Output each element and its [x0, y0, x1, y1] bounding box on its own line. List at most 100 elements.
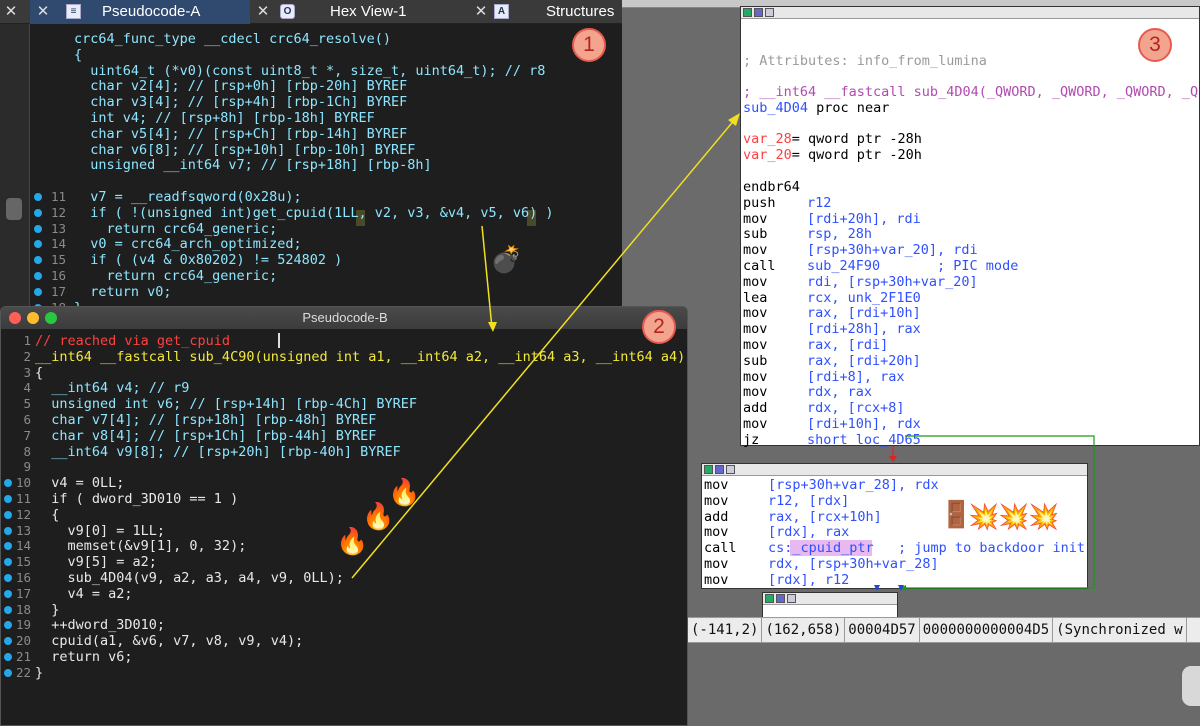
asm-operands[interactable]: rsp, 28h: [807, 226, 872, 242]
asm-mnemonic[interactable]: mov: [704, 572, 728, 588]
asm-mnemonic[interactable]: add: [704, 509, 728, 525]
code-line[interactable]: return crc64_generic;: [74, 221, 278, 237]
pseudocode-a-pane[interactable]: crc64_func_type __cdecl crc64_resolve(){…: [30, 24, 622, 308]
asm-mnemonic[interactable]: sub: [743, 353, 767, 369]
tab-structures[interactable]: ✕ A Structures: [470, 0, 622, 24]
graph-node-sub-4d04[interactable]: ; Attributes: info_from_lumina ; __int64…: [740, 6, 1200, 448]
breakpoint-dot-icon[interactable]: [4, 653, 12, 661]
code-line[interactable]: unsigned int v6; // [rsp+14h] [rbp-4Ch] …: [35, 396, 417, 412]
code-line[interactable]: // reached via get_cpuid: [35, 333, 230, 349]
asm-mnemonic[interactable]: add: [743, 400, 767, 416]
breakpoint-dot-icon[interactable]: [34, 225, 42, 233]
asm-operands[interactable]: rdx, [rsp+30h+var_28]: [768, 556, 939, 572]
breakpoint-dot-icon[interactable]: [4, 542, 12, 550]
asm-operands[interactable]: [rsp+30h+var_28], rdx: [768, 477, 939, 493]
zoom-button[interactable]: [45, 312, 57, 324]
code-line[interactable]: char v3[4]; // [rsp+4h] [rbp-1Ch] BYREF: [74, 94, 407, 110]
code-line[interactable]: if ( !(unsigned int)get_cpuid(1LL, v2, v…: [74, 205, 553, 221]
code-line[interactable]: v9[0] = 1LL;: [35, 523, 166, 539]
asm-mnemonic[interactable]: mov: [704, 556, 728, 572]
node-graph-icon[interactable]: [754, 8, 763, 17]
scrollbar-thumb[interactable]: [1182, 666, 1200, 706]
close-icon[interactable]: ✕: [34, 3, 52, 21]
breakpoint-dot-icon[interactable]: [34, 256, 42, 264]
asm-mnemonic[interactable]: mov: [743, 321, 767, 337]
code-line[interactable]: {: [35, 365, 43, 381]
asm-mnemonic[interactable]: mov: [743, 305, 767, 321]
code-line[interactable]: if ( dword_3D010 == 1 ): [35, 491, 238, 507]
close-icon[interactable]: ✕: [472, 3, 490, 21]
breakpoint-dot-icon[interactable]: [4, 606, 12, 614]
asm-mnemonic[interactable]: mov: [743, 384, 767, 400]
code-line[interactable]: __int64 v9[8]; // [rsp+20h] [rbp-40h] BY…: [35, 444, 401, 460]
code-line[interactable]: v0 = crc64_arch_optimized;: [74, 236, 301, 252]
close-icon[interactable]: ✕: [254, 3, 272, 21]
code-line[interactable]: char v7[4]; // [rsp+18h] [rbp-48h] BYREF: [35, 412, 376, 428]
asm-mnemonic[interactable]: mov: [743, 211, 767, 227]
breakpoint-dot-icon[interactable]: [34, 288, 42, 296]
breakpoint-dot-icon[interactable]: [4, 558, 12, 566]
code-line[interactable]: }: [35, 602, 59, 618]
node-color-icon[interactable]: [704, 465, 713, 474]
asm-operands[interactable]: [rdi+8], rax: [807, 369, 905, 385]
code-line[interactable]: sub_4D04(v9, a2, a3, a4, v9, 0LL);: [35, 570, 344, 586]
code-line[interactable]: v4 = 0LL;: [35, 475, 124, 491]
code-line[interactable]: char v2[4]; // [rsp+0h] [rbp-20h] BYREF: [74, 78, 407, 94]
code-line[interactable]: {: [74, 47, 82, 63]
code-line[interactable]: return v0;: [74, 284, 171, 300]
code-line[interactable]: crc64_func_type __cdecl crc64_resolve(): [74, 31, 391, 47]
asm-mnemonic[interactable]: mov: [743, 242, 767, 258]
code-line[interactable]: char v8[4]; // [rsp+1Ch] [rbp-44h] BYREF: [35, 428, 376, 444]
graph-node-loc-4d65[interactable]: [762, 592, 898, 620]
code-line[interactable]: unsigned __int64 v7; // [rsp+18h] [rbp-8…: [74, 157, 431, 173]
close-button[interactable]: [9, 312, 21, 324]
code-line[interactable]: cpuid(a1, &v6, v7, v8, v9, v4);: [35, 633, 303, 649]
asm-operands[interactable]: rdi, [rsp+30h+var_20]: [807, 274, 978, 290]
asm-operands[interactable]: cs:_cpuid_ptr ; jump to backdoor init: [768, 540, 1085, 556]
minimize-button[interactable]: [27, 312, 39, 324]
breakpoint-dot-icon[interactable]: [34, 272, 42, 280]
breakpoint-dot-icon[interactable]: [4, 511, 12, 519]
code-line[interactable]: char v6[8]; // [rsp+10h] [rbp-10h] BYREF: [74, 142, 415, 158]
breakpoint-dot-icon[interactable]: [34, 209, 42, 217]
code-line[interactable]: }: [35, 665, 43, 681]
asm-operands[interactable]: [rdx], rax: [768, 524, 849, 540]
asm-operands[interactable]: rax, [rdi+20h]: [807, 353, 921, 369]
window-titlebar[interactable]: Pseudocode-B: [1, 307, 687, 329]
code-line[interactable]: char v5[4]; // [rsp+Ch] [rbp-14h] BYREF: [74, 126, 407, 142]
code-line[interactable]: return v6;: [35, 649, 132, 665]
node-list-icon[interactable]: [765, 8, 774, 17]
code-line[interactable]: __int64 v4; // r9: [35, 380, 189, 396]
asm-mnemonic[interactable]: sub: [743, 226, 767, 242]
asm-mnemonic[interactable]: jz: [743, 432, 759, 448]
asm-operands[interactable]: [rdi+28h], rax: [807, 321, 921, 337]
asm-operands[interactable]: sub_24F90 ; PIC mode: [807, 258, 1018, 274]
breakpoint-dot-icon[interactable]: [4, 495, 12, 503]
close-icon[interactable]: ✕: [2, 3, 20, 21]
asm-operands[interactable]: short loc_4D65: [807, 432, 921, 448]
asm-operands[interactable]: rdx, [rcx+8]: [807, 400, 905, 416]
code-line[interactable]: ++dword_3D010;: [35, 617, 165, 633]
asm-operands[interactable]: [rdi+20h], rdi: [807, 211, 921, 227]
breakpoint-dot-icon[interactable]: [4, 527, 12, 535]
breakpoint-dot-icon[interactable]: [4, 590, 12, 598]
asm-mnemonic[interactable]: push: [743, 195, 776, 211]
asm-operands[interactable]: [rsp+30h+var_20], rdi: [807, 242, 978, 258]
asm-operands[interactable]: [rdi+10h], rdx: [807, 416, 921, 432]
breakpoint-dot-icon[interactable]: [4, 637, 12, 645]
breakpoint-dot-icon[interactable]: [4, 479, 12, 487]
pseudocode-b-window[interactable]: Pseudocode-B 1 // reached via get_cpuid 2 _…: [0, 306, 688, 726]
node-graph-icon[interactable]: [776, 594, 785, 603]
node-color-icon[interactable]: [743, 8, 752, 17]
code-line[interactable]: v9[5] = a2;: [35, 554, 157, 570]
code-line[interactable]: return crc64_generic;: [74, 268, 278, 284]
asm-mnemonic[interactable]: mov: [743, 369, 767, 385]
asm-mnemonic[interactable]: mov: [704, 524, 728, 540]
code-line[interactable]: if ( (v4 & 0x80202) != 524802 ): [74, 252, 342, 268]
code-line[interactable]: memset(&v9[1], 0, 32);: [35, 538, 247, 554]
asm-operands[interactable]: rax, [rcx+10h]: [768, 509, 882, 525]
code-line[interactable]: {: [35, 507, 59, 523]
code-line[interactable]: int v4; // [rsp+8h] [rbp-18h] BYREF: [74, 110, 374, 126]
code-line[interactable]: uint64_t (*v0)(const uint8_t *, size_t, …: [74, 63, 545, 79]
asm-mnemonic[interactable]: lea: [743, 290, 767, 306]
